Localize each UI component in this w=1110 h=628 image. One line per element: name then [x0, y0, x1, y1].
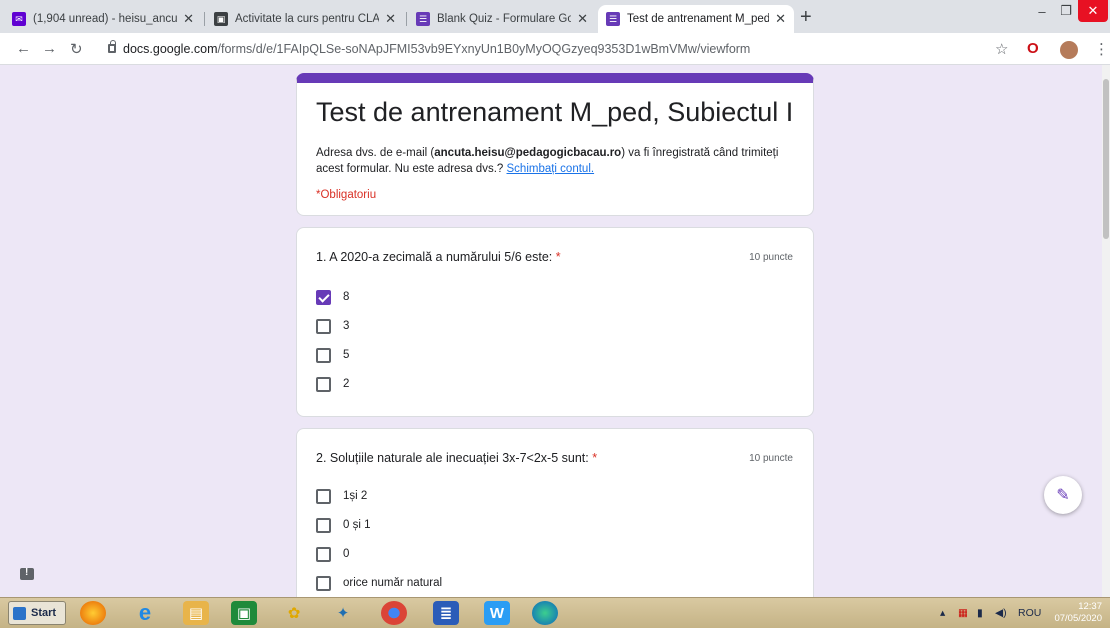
close-icon[interactable]: ✕	[775, 11, 786, 27]
question-card: 2. Soluțiile naturale ale inecuației 3x-…	[296, 428, 814, 597]
language-indicator[interactable]: ROU	[1018, 607, 1041, 619]
form-title: Test de antrenament M_ped, Subiectul I	[316, 97, 794, 127]
reload-icon[interactable]: ↻	[70, 40, 83, 58]
paint-icon[interactable]: ✿	[281, 601, 307, 625]
edge-icon[interactable]	[532, 601, 558, 625]
form-page: Test de antrenament M_ped, Subiectul I A…	[0, 65, 1102, 597]
switch-account-link[interactable]: Schimbați contul.	[507, 163, 595, 175]
signal-icon[interactable]: ▮	[977, 607, 983, 619]
question-points: 10 puncte	[749, 453, 793, 464]
close-icon[interactable]: ✕	[577, 11, 588, 27]
restore-icon[interactable]: ❐	[1054, 0, 1078, 22]
option-checkbox[interactable]: 1și 2	[316, 488, 367, 504]
mail-icon: ✉	[12, 12, 26, 26]
question-card: 1. A 2020-a zecimală a numărului 5/6 est…	[296, 227, 814, 417]
option-checkbox[interactable]: 3	[316, 318, 349, 334]
window-close-icon[interactable]: ✕	[1078, 0, 1108, 22]
form-header-card: Test de antrenament M_ped, Subiectul I A…	[296, 73, 814, 216]
required-note: *Obligatoriu	[316, 189, 377, 201]
checkbox[interactable]	[316, 546, 331, 562]
option-checkbox[interactable]: 5	[316, 347, 349, 363]
checkbox[interactable]	[316, 376, 331, 392]
windows-logo-icon	[13, 606, 26, 620]
option-checkbox[interactable]: 2	[316, 376, 349, 392]
forms-icon: ☰	[416, 12, 430, 26]
os-taskbar: Start e ▤ ▣ ✿ ✦ ≣ W ▴ ▦ ▮ ◀) ROU 12:37 0…	[0, 597, 1110, 628]
question-title: 2. Soluțiile naturale ale inecuației 3x-…	[316, 451, 598, 465]
tab-separator	[204, 12, 205, 26]
whiteboard-icon[interactable]: W	[484, 601, 510, 625]
lock-icon	[108, 40, 116, 53]
form-description: Adresa dvs. de e-mail (ancuta.heisu@peda…	[316, 147, 779, 175]
opera-extension-icon[interactable]: O	[1027, 40, 1039, 57]
store-icon[interactable]: ▣	[231, 601, 257, 625]
media-player-icon[interactable]: ✦	[330, 601, 356, 625]
edit-pencil-icon[interactable]: ✎	[1044, 476, 1082, 514]
bookmark-star-icon[interactable]: ☆	[995, 40, 1008, 58]
checkbox[interactable]	[316, 575, 331, 591]
question-title: 1. A 2020-a zecimală a numărului 5/6 est…	[316, 250, 561, 264]
checkbox[interactable]	[316, 318, 331, 334]
tab-test-antrenament[interactable]: ☰ Test de antrenament M_ped, Sub ✕	[598, 5, 794, 33]
browser-menu-icon[interactable]: ⋮	[1094, 40, 1109, 58]
page-scrollbar[interactable]	[1102, 65, 1110, 597]
checkbox-checked[interactable]	[316, 289, 331, 305]
option-checkbox[interactable]: 0	[316, 546, 349, 562]
forward-icon[interactable]: →	[42, 40, 57, 57]
checkbox[interactable]	[316, 347, 331, 363]
tab-blank-quiz[interactable]: ☰ Blank Quiz - Formulare Google ✕	[408, 5, 596, 33]
browser-toolbar: ← → ↻ docs.google.com/forms/d/e/1FAIpQLS…	[0, 33, 1110, 65]
notepad-icon[interactable]: ≣	[433, 601, 459, 625]
chrome-icon[interactable]	[381, 601, 407, 625]
network-warning-icon[interactable]: ▦	[958, 607, 968, 619]
tray-expand-icon[interactable]: ▴	[940, 607, 945, 619]
file-explorer-icon[interactable]: ▤	[183, 601, 209, 625]
forms-icon: ☰	[606, 12, 620, 26]
minimize-icon[interactable]: –	[1030, 0, 1054, 22]
close-icon[interactable]: ✕	[183, 11, 194, 27]
back-icon[interactable]: ←	[16, 40, 31, 57]
checkbox[interactable]	[316, 488, 331, 504]
new-tab-button[interactable]: +	[800, 7, 812, 27]
report-issue-icon[interactable]	[20, 567, 34, 580]
question-points: 10 puncte	[749, 252, 793, 263]
option-checkbox[interactable]: 0 și 1	[316, 517, 371, 533]
address-bar[interactable]: docs.google.com/forms/d/e/1FAIpQLSe-soNA…	[123, 42, 750, 56]
scrollbar-thumb[interactable]	[1103, 79, 1109, 239]
profile-avatar[interactable]	[1060, 41, 1078, 59]
browser-tab-strip: ✉ (1,904 unread) - heisu_ancuta@y ✕ ▣ Ac…	[0, 0, 1110, 33]
user-email: ancuta.heisu@pedagogicbacau.ro	[434, 147, 622, 159]
classroom-icon: ▣	[214, 12, 228, 26]
option-checkbox[interactable]: orice număr natural	[316, 575, 442, 591]
internet-explorer-icon[interactable]: e	[132, 600, 158, 625]
tab-separator	[406, 12, 407, 26]
volume-icon[interactable]: ◀)	[995, 607, 1007, 619]
start-button[interactable]: Start	[8, 601, 66, 625]
firefox-icon[interactable]	[80, 601, 106, 625]
option-checkbox[interactable]: 8	[316, 289, 349, 305]
system-clock[interactable]: 12:37 07/05/2020	[1052, 601, 1102, 625]
close-icon[interactable]: ✕	[385, 11, 396, 27]
checkbox[interactable]	[316, 517, 331, 533]
tab-yahoo-mail[interactable]: ✉ (1,904 unread) - heisu_ancuta@y ✕	[4, 5, 202, 33]
tab-classroom[interactable]: ▣ Activitate la curs pentru CLASA A ✕	[206, 5, 404, 33]
